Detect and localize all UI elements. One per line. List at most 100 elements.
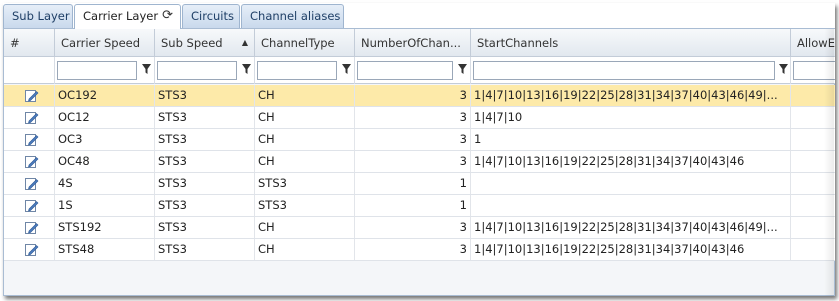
edit-icon[interactable] bbox=[24, 242, 39, 257]
sort-ascending-icon: ▲ bbox=[241, 38, 248, 47]
start-channels-cell bbox=[471, 195, 791, 216]
table-row[interactable]: OC3 STS3 CH 3 1 bbox=[4, 129, 835, 151]
grid-edge-shadow bbox=[824, 29, 834, 296]
sub-speed-cell: STS3 bbox=[155, 151, 255, 172]
tab-label: Sub Layer bbox=[12, 9, 70, 23]
tab-circuits[interactable]: Circuits bbox=[182, 4, 240, 28]
channel-type-cell: CH bbox=[255, 151, 355, 172]
column-header-index[interactable]: # bbox=[4, 29, 55, 57]
filter-icon[interactable] bbox=[242, 64, 251, 75]
carrier-speed-cell: OC12 bbox=[55, 107, 155, 128]
column-header-carrier-speed[interactable]: Carrier Speed bbox=[55, 29, 155, 57]
filter-icon[interactable] bbox=[779, 64, 788, 75]
column-header-sub-speed[interactable]: Sub Speed ▲ bbox=[155, 29, 255, 57]
sub-speed-cell: STS3 bbox=[155, 173, 255, 194]
filter-cell-empty bbox=[4, 57, 55, 84]
number-of-channels-cell: 1 bbox=[355, 173, 471, 194]
carrier-speed-cell: STS192 bbox=[55, 217, 155, 238]
column-header-channel-type[interactable]: ChannelType bbox=[255, 29, 355, 57]
channel-type-cell: CH bbox=[255, 239, 355, 260]
sub-speed-cell: STS3 bbox=[155, 85, 255, 106]
filter-cell bbox=[355, 57, 471, 84]
table-row[interactable]: OC192 STS3 CH 3 1|4|7|10|13|16|19|22|25|… bbox=[4, 85, 835, 107]
column-header-number-of-channels[interactable]: NumberOfChan... bbox=[355, 29, 471, 57]
edit-icon[interactable] bbox=[24, 198, 39, 213]
edit-icon[interactable] bbox=[24, 176, 39, 191]
filter-cell bbox=[471, 57, 791, 84]
table-row[interactable]: 1S STS3 STS3 1 bbox=[4, 195, 835, 217]
number-of-channels-cell: 3 bbox=[355, 129, 471, 150]
tab-bar: Sub Layer Carrier Layer ⟳ Circuits Chann… bbox=[3, 3, 835, 29]
number-of-channels-cell: 3 bbox=[355, 107, 471, 128]
tab-label: Channel aliases bbox=[250, 9, 341, 23]
number-of-channels-cell: 3 bbox=[355, 217, 471, 238]
edit-icon[interactable] bbox=[24, 110, 39, 125]
sub-speed-cell: STS3 bbox=[155, 217, 255, 238]
sub-speed-filter-input[interactable] bbox=[157, 61, 237, 80]
carrier-speed-cell: 4S bbox=[55, 173, 155, 194]
filter-icon[interactable] bbox=[342, 64, 351, 75]
grid-header: # Carrier Speed Sub Speed ▲ ChannelType N… bbox=[4, 29, 835, 57]
channel-type-cell: CH bbox=[255, 217, 355, 238]
column-header-label: # bbox=[10, 36, 20, 50]
tab-label: Circuits bbox=[191, 9, 235, 23]
start-channels-cell: 1|4|7|10|13|16|19|22|25|28|31|34|37|40|4… bbox=[471, 85, 791, 106]
filter-cell bbox=[155, 57, 255, 84]
edit-icon[interactable] bbox=[24, 88, 39, 103]
edit-icon[interactable] bbox=[24, 132, 39, 147]
carrier-layer-window: Sub Layer Carrier Layer ⟳ Circuits Chann… bbox=[3, 3, 835, 296]
carrier-speed-cell: STS48 bbox=[55, 239, 155, 260]
table-row[interactable]: 4S STS3 STS3 1 bbox=[4, 173, 835, 195]
filter-cell bbox=[255, 57, 355, 84]
column-header-start-channels[interactable]: StartChannels bbox=[471, 29, 791, 57]
number-of-channels-cell: 3 bbox=[355, 239, 471, 260]
carrier-speed-filter-input[interactable] bbox=[57, 61, 137, 80]
column-header-label: Sub Speed bbox=[161, 36, 223, 50]
carrier-speed-cell: OC192 bbox=[55, 85, 155, 106]
column-header-label: NumberOfChan... bbox=[361, 36, 461, 50]
carrier-speed-cell: 1S bbox=[55, 195, 155, 216]
channel-type-cell: CH bbox=[255, 129, 355, 150]
filter-icon[interactable] bbox=[142, 64, 151, 75]
start-channels-cell: 1|4|7|10 bbox=[471, 107, 791, 128]
data-grid: # Carrier Speed Sub Speed ▲ ChannelType N… bbox=[3, 28, 835, 296]
number-of-channels-cell: 1 bbox=[355, 195, 471, 216]
carrier-speed-cell: OC48 bbox=[55, 151, 155, 172]
start-channels-cell bbox=[471, 173, 791, 194]
channel-type-cell: CH bbox=[255, 107, 355, 128]
row-index-cell bbox=[4, 107, 55, 128]
tab-carrier-layer[interactable]: Carrier Layer ⟳ bbox=[74, 4, 181, 29]
column-header-label: StartChannels bbox=[477, 36, 559, 50]
number-of-channels-cell: 3 bbox=[355, 151, 471, 172]
start-channels-cell: 1|4|7|10|13|16|19|22|25|28|31|34|37|40|4… bbox=[471, 239, 791, 260]
channel-type-cell: STS3 bbox=[255, 173, 355, 194]
column-header-label: Carrier Speed bbox=[61, 36, 141, 50]
refresh-icon[interactable]: ⟳ bbox=[162, 5, 173, 27]
number-of-channels-filter-input[interactable] bbox=[357, 61, 453, 80]
row-index-cell bbox=[4, 85, 55, 106]
sub-speed-cell: STS3 bbox=[155, 195, 255, 216]
table-row[interactable]: STS192 STS3 CH 3 1|4|7|10|13|16|19|22|25… bbox=[4, 217, 835, 239]
row-index-cell bbox=[4, 173, 55, 194]
row-index-cell bbox=[4, 195, 55, 216]
channel-type-cell: CH bbox=[255, 85, 355, 106]
table-row[interactable]: OC12 STS3 CH 3 1|4|7|10 bbox=[4, 107, 835, 129]
channel-type-filter-input[interactable] bbox=[257, 61, 337, 80]
tab-channel-aliases[interactable]: Channel aliases bbox=[241, 4, 344, 28]
tab-label: Carrier Layer bbox=[83, 9, 159, 23]
row-index-cell bbox=[4, 239, 55, 260]
filter-icon[interactable] bbox=[458, 64, 467, 75]
start-channels-cell: 1 bbox=[471, 129, 791, 150]
table-row[interactable]: OC48 STS3 CH 3 1|4|7|10|13|16|19|22|25|2… bbox=[4, 151, 835, 173]
channel-type-cell: STS3 bbox=[255, 195, 355, 216]
table-row[interactable]: STS48 STS3 CH 3 1|4|7|10|13|16|19|22|25|… bbox=[4, 239, 835, 261]
edit-icon[interactable] bbox=[24, 154, 39, 169]
column-header-label: ChannelType bbox=[261, 36, 335, 50]
edit-icon[interactable] bbox=[24, 220, 39, 235]
tab-sub-layer[interactable]: Sub Layer bbox=[3, 4, 73, 28]
start-channels-filter-input[interactable] bbox=[473, 61, 775, 80]
sub-speed-cell: STS3 bbox=[155, 107, 255, 128]
number-of-channels-cell: 3 bbox=[355, 85, 471, 106]
sub-speed-cell: STS3 bbox=[155, 239, 255, 260]
row-index-cell bbox=[4, 151, 55, 172]
